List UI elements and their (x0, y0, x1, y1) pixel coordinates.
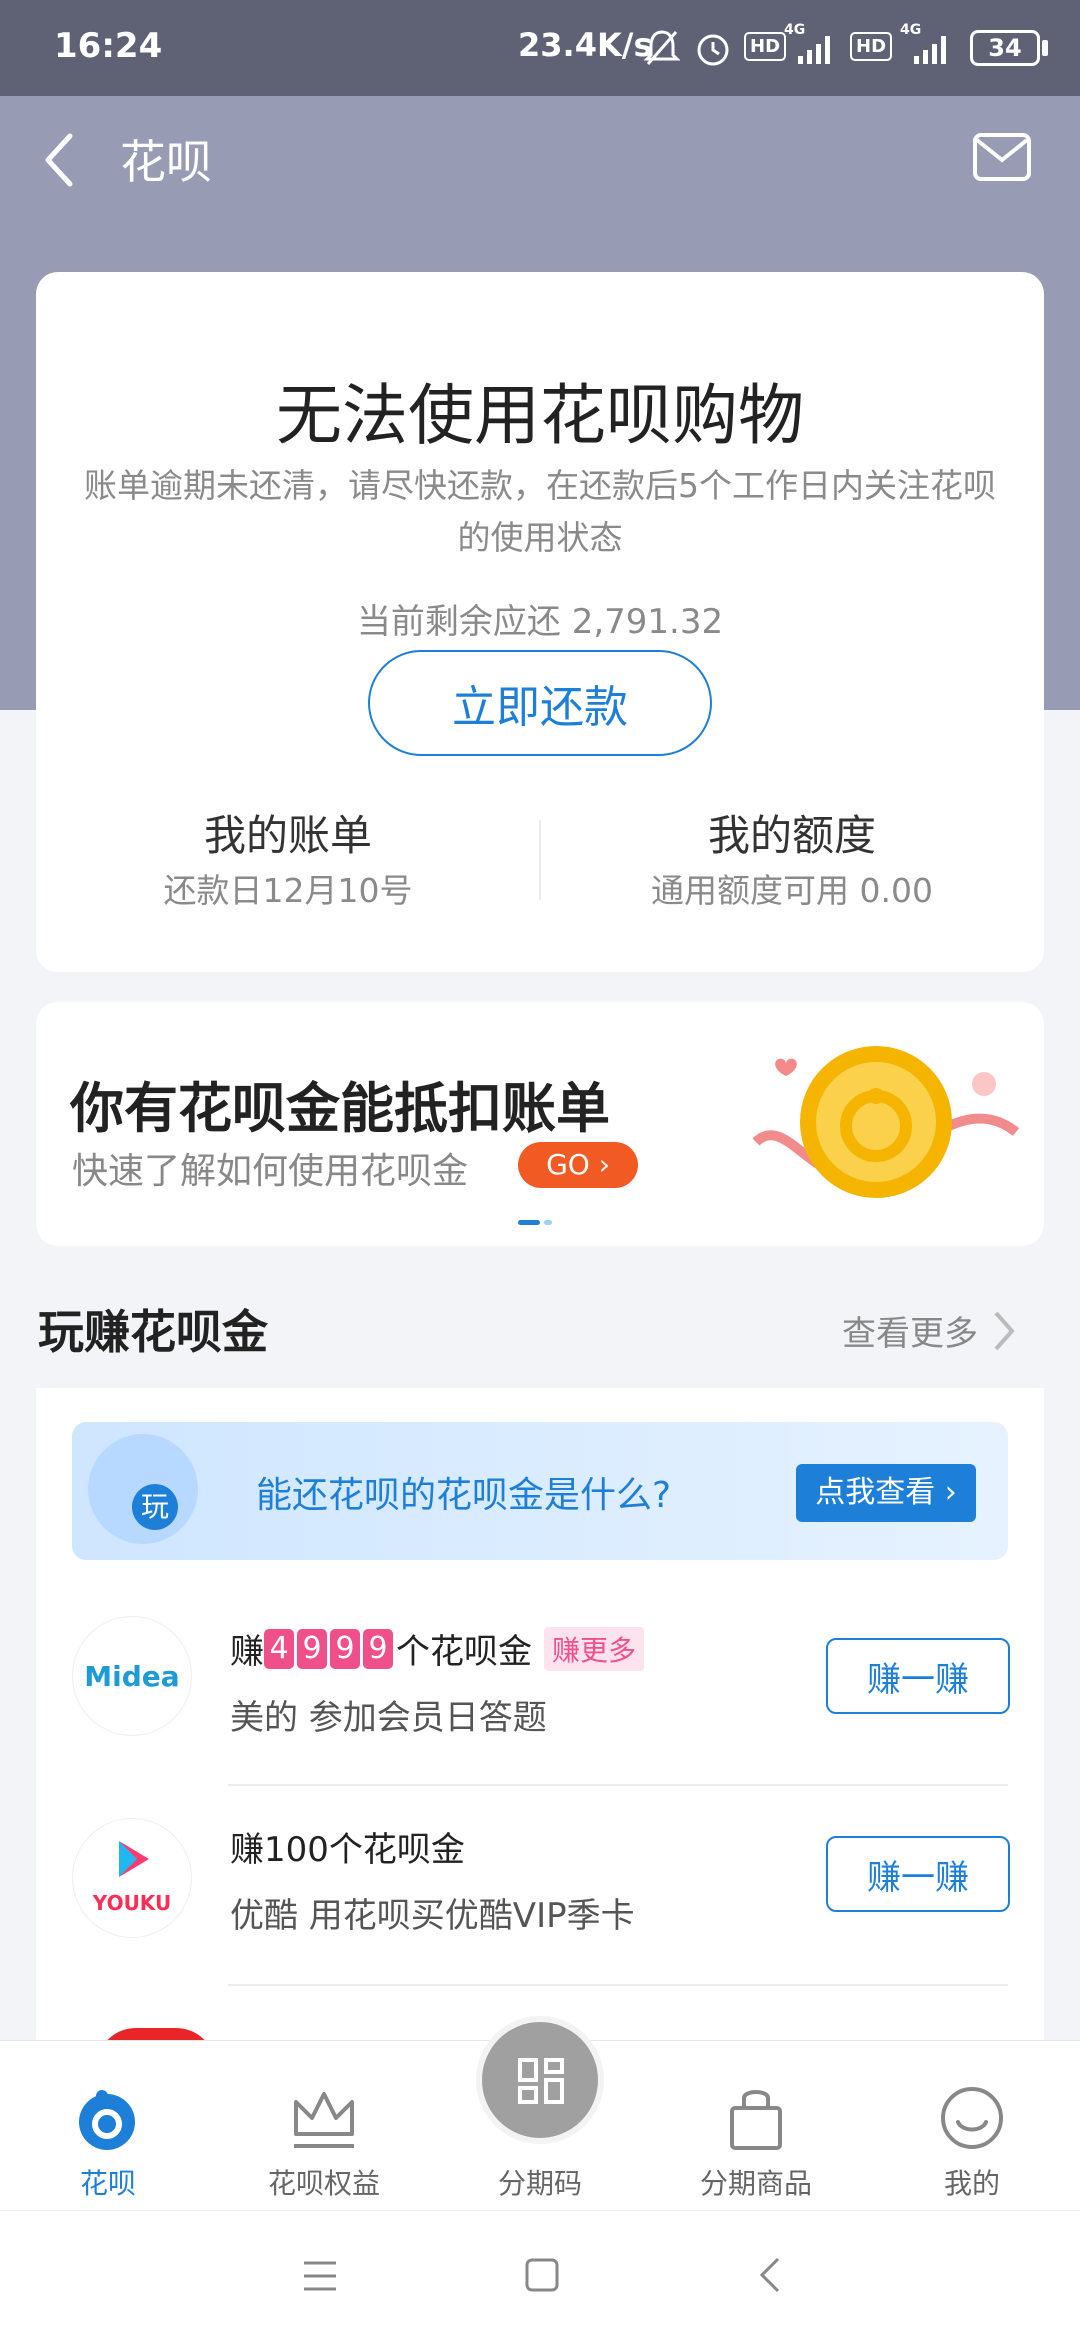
back-icon[interactable] (40, 130, 80, 190)
status-title: 无法使用花呗购物 (276, 377, 804, 454)
smile-icon (941, 2087, 1003, 2149)
tab-label: 分期码 (497, 2167, 582, 2200)
earn-more-tag: 赚更多 (544, 1626, 645, 1671)
huabei-gold-banner[interactable]: 你有花呗金能抵扣账单 快速了解如何使用花呗金 GO › (36, 1002, 1044, 1246)
task-title-suffix: 个花呗金 (396, 1632, 532, 1672)
youku-wordmark: YOUKU (92, 1891, 172, 1915)
huabei-icon (79, 2090, 135, 2150)
carousel-dot (544, 1220, 552, 1225)
view-more-link[interactable]: 查看更多 (842, 1306, 1018, 1355)
page-title: 花呗 (120, 135, 212, 189)
home-icon[interactable] (524, 2257, 560, 2293)
my-bill-link[interactable]: 我的账单 还款日12月10号 (36, 792, 540, 932)
network-speed: 23.4K/s (518, 26, 653, 64)
tab-mine[interactable]: 我的 (864, 2050, 1080, 2230)
tab-huabei[interactable]: 花呗 (0, 2050, 216, 2230)
promo-card[interactable]: 玩 能还花呗的花呗金是什么? 点我查看 › (72, 1422, 1008, 1560)
tasks-panel: 玩 能还花呗的花呗金是什么? 点我查看 › Midea 赚 4 9 9 9 个花… (36, 1388, 1044, 2068)
status-card: 无法使用花呗购物 账单逾期未还清，请尽快还款，在还款后5个工作日内关注花呗的使用… (36, 272, 1044, 972)
tab-label: 我的 (943, 2167, 1000, 2200)
status-bar: 16:24 23.4K/s HD 4G HD 4G 34 (0, 0, 1080, 96)
youku-logo: YOUKU (72, 1818, 192, 1938)
repay-now-button[interactable]: 立即还款 (368, 650, 712, 756)
promo-text: 能还花呗的花呗金是什么? (256, 1475, 672, 1516)
earn-button[interactable]: 赚一赚 (826, 1836, 1010, 1912)
qr-code-icon (518, 2058, 564, 2104)
tab-benefits[interactable]: 花呗权益 (216, 2050, 432, 2230)
shopping-bag-icon (730, 2090, 782, 2150)
task-title: 赚 4 9 9 9 个花呗金 赚更多 (230, 1624, 645, 1673)
task-description: 美的 参加会员日答题 (230, 1698, 547, 1738)
view-more-label: 查看更多 (842, 1314, 978, 1354)
section-title: 玩赚花呗金 (38, 1305, 268, 1359)
tab-label: 分期商品 (699, 2167, 812, 2200)
banner-title: 你有花呗金能抵扣账单 (70, 1077, 610, 1140)
gold-coin-icon (752, 1046, 1020, 1198)
divider (228, 1784, 1008, 1786)
task-title: 赚100个花呗金 (230, 1830, 465, 1870)
tab-installment-code[interactable]: 分期码 (432, 2016, 648, 2230)
qr-code-button (476, 2016, 604, 2144)
my-bill-title: 我的账单 (203, 811, 372, 860)
divider (228, 1984, 1008, 1986)
balance-text: 当前剩余应还 2,791.32 (356, 602, 724, 642)
play-badge: 玩 (132, 1484, 178, 1530)
title-bar: 花呗 (0, 96, 1080, 226)
hd-badge: HD (850, 32, 893, 61)
digit: 9 (363, 1628, 393, 1669)
digit: 9 (297, 1628, 327, 1669)
mute-bell-icon (644, 30, 680, 65)
tab-installment-goods[interactable]: 分期商品 (648, 2050, 864, 2230)
view-now-label: 点我查看 (815, 1475, 936, 1510)
go-label: GO (546, 1148, 590, 1181)
signal-icon (798, 36, 830, 64)
tab-label: 花呗权益 (267, 2167, 380, 2200)
banner-subtitle: 快速了解如何使用花呗金 (72, 1151, 469, 1192)
quota-available: 通用额度可用 0.00 (651, 871, 933, 910)
alarm-icon (697, 34, 729, 66)
battery-icon: 34 (970, 30, 1040, 66)
message-icon[interactable] (972, 132, 1032, 182)
chevron-right-icon (994, 1311, 1015, 1350)
go-button[interactable]: GO › (518, 1142, 638, 1188)
status-time: 16:24 (54, 26, 163, 66)
battery-level: 34 (988, 34, 1022, 62)
tab-label: 花呗 (79, 2167, 136, 2200)
task-item-youku: YOUKU 赚100个花呗金 优酷 用花呗买优酷VIP季卡 赚一赚 (36, 1800, 1044, 1990)
task-item-midea: Midea 赚 4 9 9 9 个花呗金 赚更多 美的 参加会员日答题 赚一赚 (36, 1600, 1044, 1790)
back-nav-icon[interactable] (756, 2255, 784, 2295)
task-description: 优酷 用花呗买优酷VIP季卡 (230, 1896, 635, 1936)
battery-tip (1042, 40, 1048, 56)
my-quota-link[interactable]: 我的额度 通用额度可用 0.00 (540, 792, 1044, 932)
task-title-prefix: 赚 (230, 1632, 264, 1672)
signal-icon (914, 36, 946, 64)
digit: 9 (330, 1628, 360, 1669)
system-nav-bar (0, 2210, 1080, 2340)
crown-icon (294, 2092, 354, 2148)
status-description: 账单逾期未还清，请尽快还款，在还款后5个工作日内关注花呗的使用状态 (84, 466, 996, 557)
view-now-button[interactable]: 点我查看 › (796, 1464, 976, 1522)
digit: 4 (264, 1628, 294, 1669)
hd-badge: HD (744, 32, 787, 61)
earn-button[interactable]: 赚一赚 (826, 1638, 1010, 1714)
my-quota-title: 我的额度 (707, 811, 876, 860)
midea-logo: Midea (72, 1616, 192, 1736)
menu-icon[interactable] (302, 2259, 338, 2293)
carousel-dot-active (518, 1220, 540, 1225)
bill-due-date: 还款日12月10号 (163, 871, 413, 910)
youku-play-icon (119, 1841, 149, 1877)
